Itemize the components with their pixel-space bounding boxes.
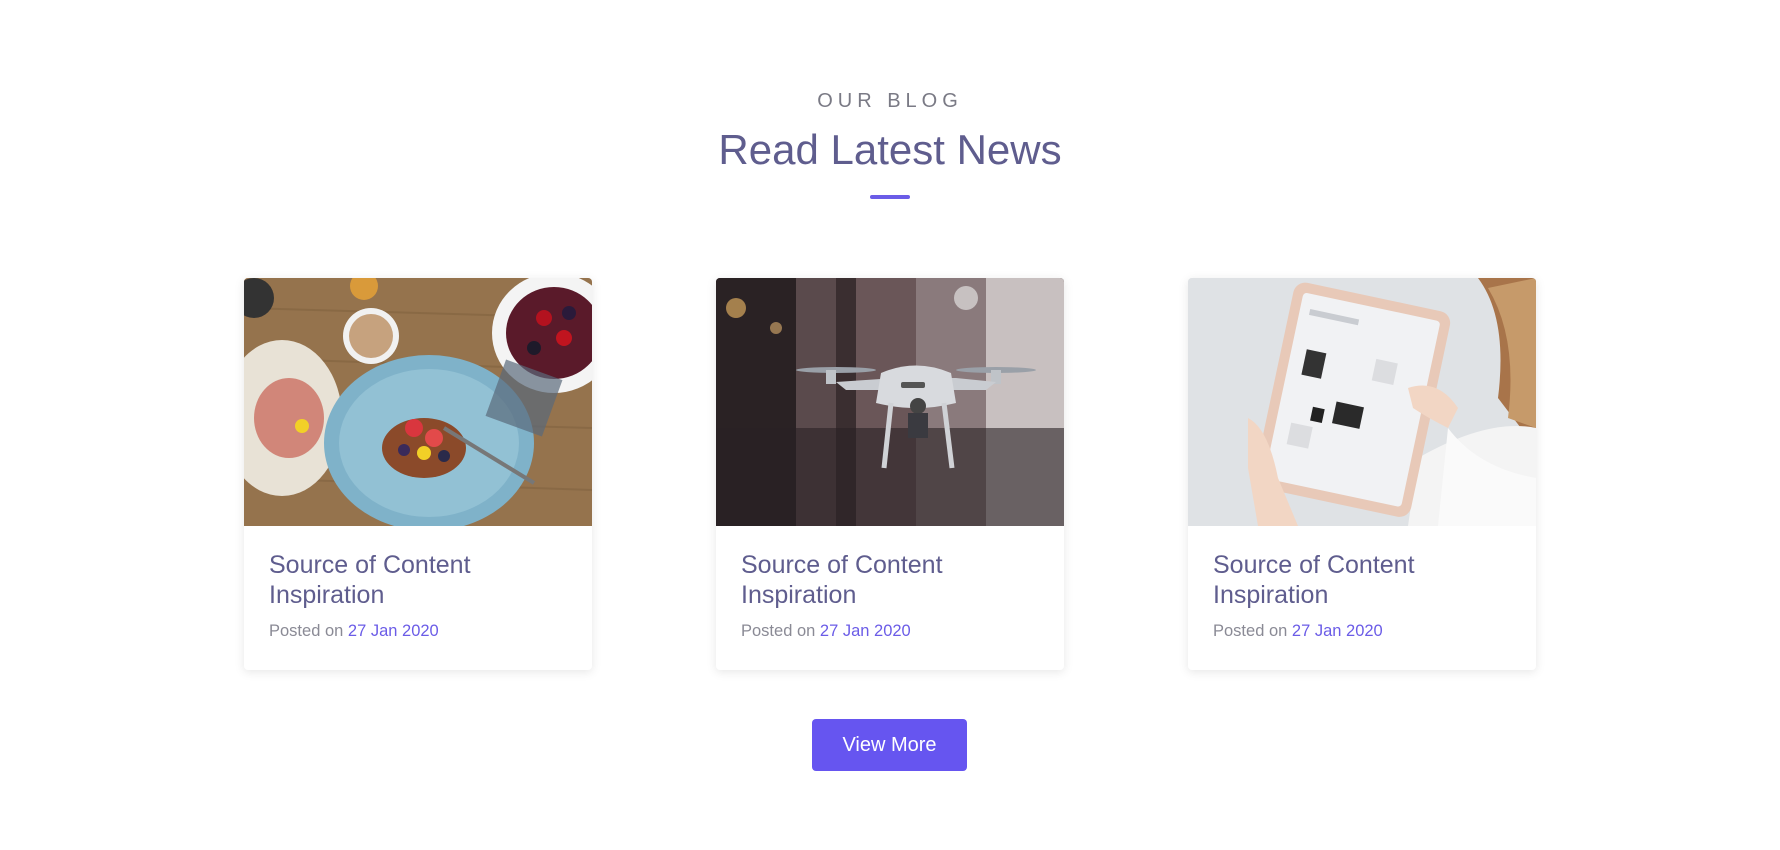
blog-card-image[interactable] [244,278,592,526]
posted-on-label: Posted on [1213,622,1288,640]
posted-on-label: Posted on [741,622,816,640]
blog-card[interactable]: Source of Content Inspiration Posted on … [1188,278,1536,670]
blog-section: OUR BLOG Read Latest News Source of Cont… [0,0,1780,850]
blog-card-meta: Posted on 27 Jan 2020 [269,622,567,641]
title-underline [870,195,910,199]
post-date-link[interactable]: 27 Jan 2020 [1292,622,1383,640]
blog-card-title[interactable]: Source of Content Inspiration [269,550,519,610]
section-eyebrow: OUR BLOG [817,90,963,112]
blog-card-title[interactable]: Source of Content Inspiration [1213,550,1463,610]
posted-on-label: Posted on [269,622,344,640]
blog-card-title[interactable]: Source of Content Inspiration [741,550,991,610]
blog-card-image[interactable] [1188,278,1536,526]
blog-card[interactable]: Source of Content Inspiration Posted on … [244,278,592,670]
blog-card[interactable]: Source of Content Inspiration Posted on … [716,278,1064,670]
blog-card-list: Source of Content Inspiration Posted on … [244,278,1536,670]
blog-card-meta: Posted on 27 Jan 2020 [741,622,1039,641]
blog-card-image[interactable] [716,278,1064,526]
post-date-link[interactable]: 27 Jan 2020 [348,622,439,640]
blog-card-meta: Posted on 27 Jan 2020 [1213,622,1511,641]
section-title: Read Latest News [718,126,1062,173]
view-more-button[interactable]: View More [812,719,967,771]
post-date-link[interactable]: 27 Jan 2020 [820,622,911,640]
